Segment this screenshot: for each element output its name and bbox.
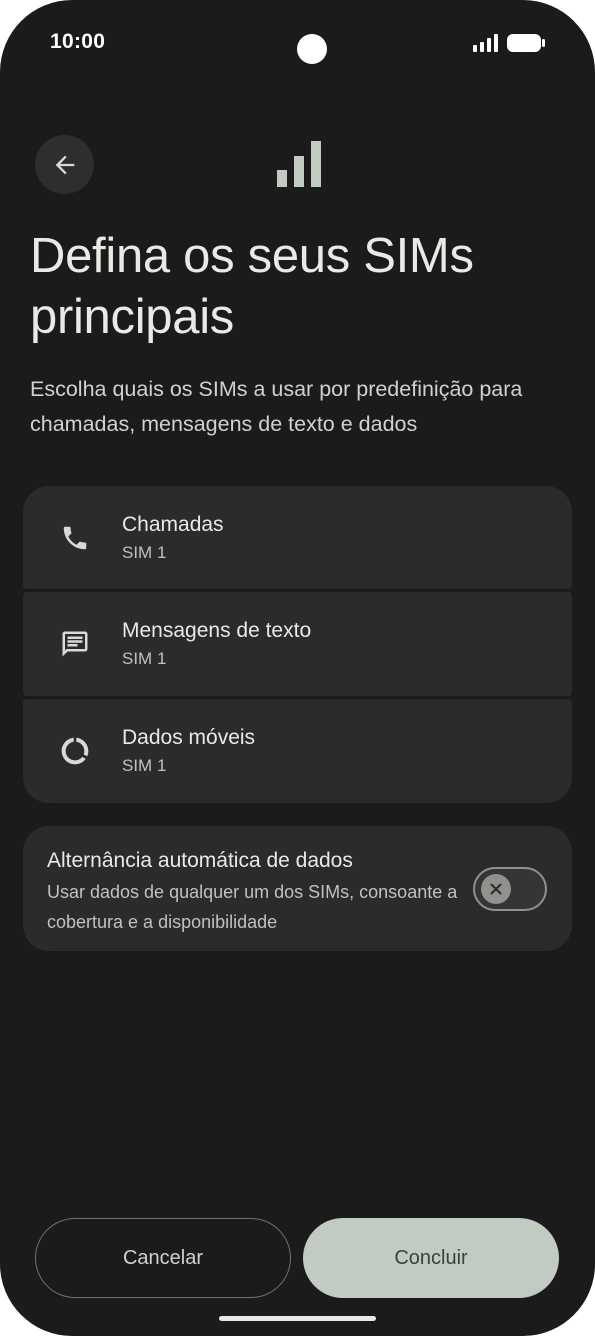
done-button[interactable]: Concluir — [303, 1218, 559, 1298]
battery-icon — [507, 34, 545, 52]
signal-bars-icon — [277, 141, 321, 187]
page-subtitle: Escolha quais os SIMs a usar por predefi… — [30, 377, 523, 436]
calls-sim-setting[interactable]: Chamadas SIM 1 — [23, 486, 572, 589]
cancel-button[interactable]: Cancelar — [35, 1218, 291, 1298]
messages-sim-setting[interactable]: Mensagens de texto SIM 1 — [23, 592, 572, 696]
phone-icon — [59, 522, 91, 554]
auto-switch-label: Alternância automática de dados — [47, 849, 353, 872]
data-usage-icon — [59, 735, 91, 767]
auto-switch-toggle[interactable] — [473, 867, 547, 911]
message-icon — [59, 628, 91, 660]
system-icons — [473, 33, 547, 53]
status-bar: 10:00 — [50, 28, 547, 64]
camera-cutout — [297, 34, 327, 64]
mobile-data-value: SIM 1 — [122, 756, 167, 775]
calls-label: Chamadas — [122, 513, 224, 536]
toggle-knob — [481, 874, 511, 904]
mobile-data-sim-setting[interactable]: Dados móveis SIM 1 — [23, 699, 572, 803]
calls-value: SIM 1 — [122, 543, 167, 562]
back-button[interactable] — [35, 135, 94, 194]
page-title: Defina os seus SIMs principais — [30, 229, 474, 344]
cellular-signal-icon — [473, 34, 498, 52]
hero-illustration — [275, 140, 323, 193]
messages-value: SIM 1 — [122, 649, 167, 668]
messages-label: Mensagens de texto — [122, 619, 312, 642]
auto-data-switch-setting[interactable]: Alternância automática de dados Usar dad… — [23, 826, 572, 951]
close-icon — [490, 883, 502, 895]
home-indicator[interactable] — [219, 1316, 376, 1321]
clock: 10:00 — [50, 30, 106, 53]
phone-screen: 10:00 Defina os seus SIMs principais Esc… — [0, 0, 595, 1336]
mobile-data-label: Dados móveis — [122, 726, 256, 749]
auto-switch-description: Usar dados de qualquer um dos SIMs, cons… — [47, 882, 458, 932]
arrow-back-icon — [55, 155, 74, 174]
